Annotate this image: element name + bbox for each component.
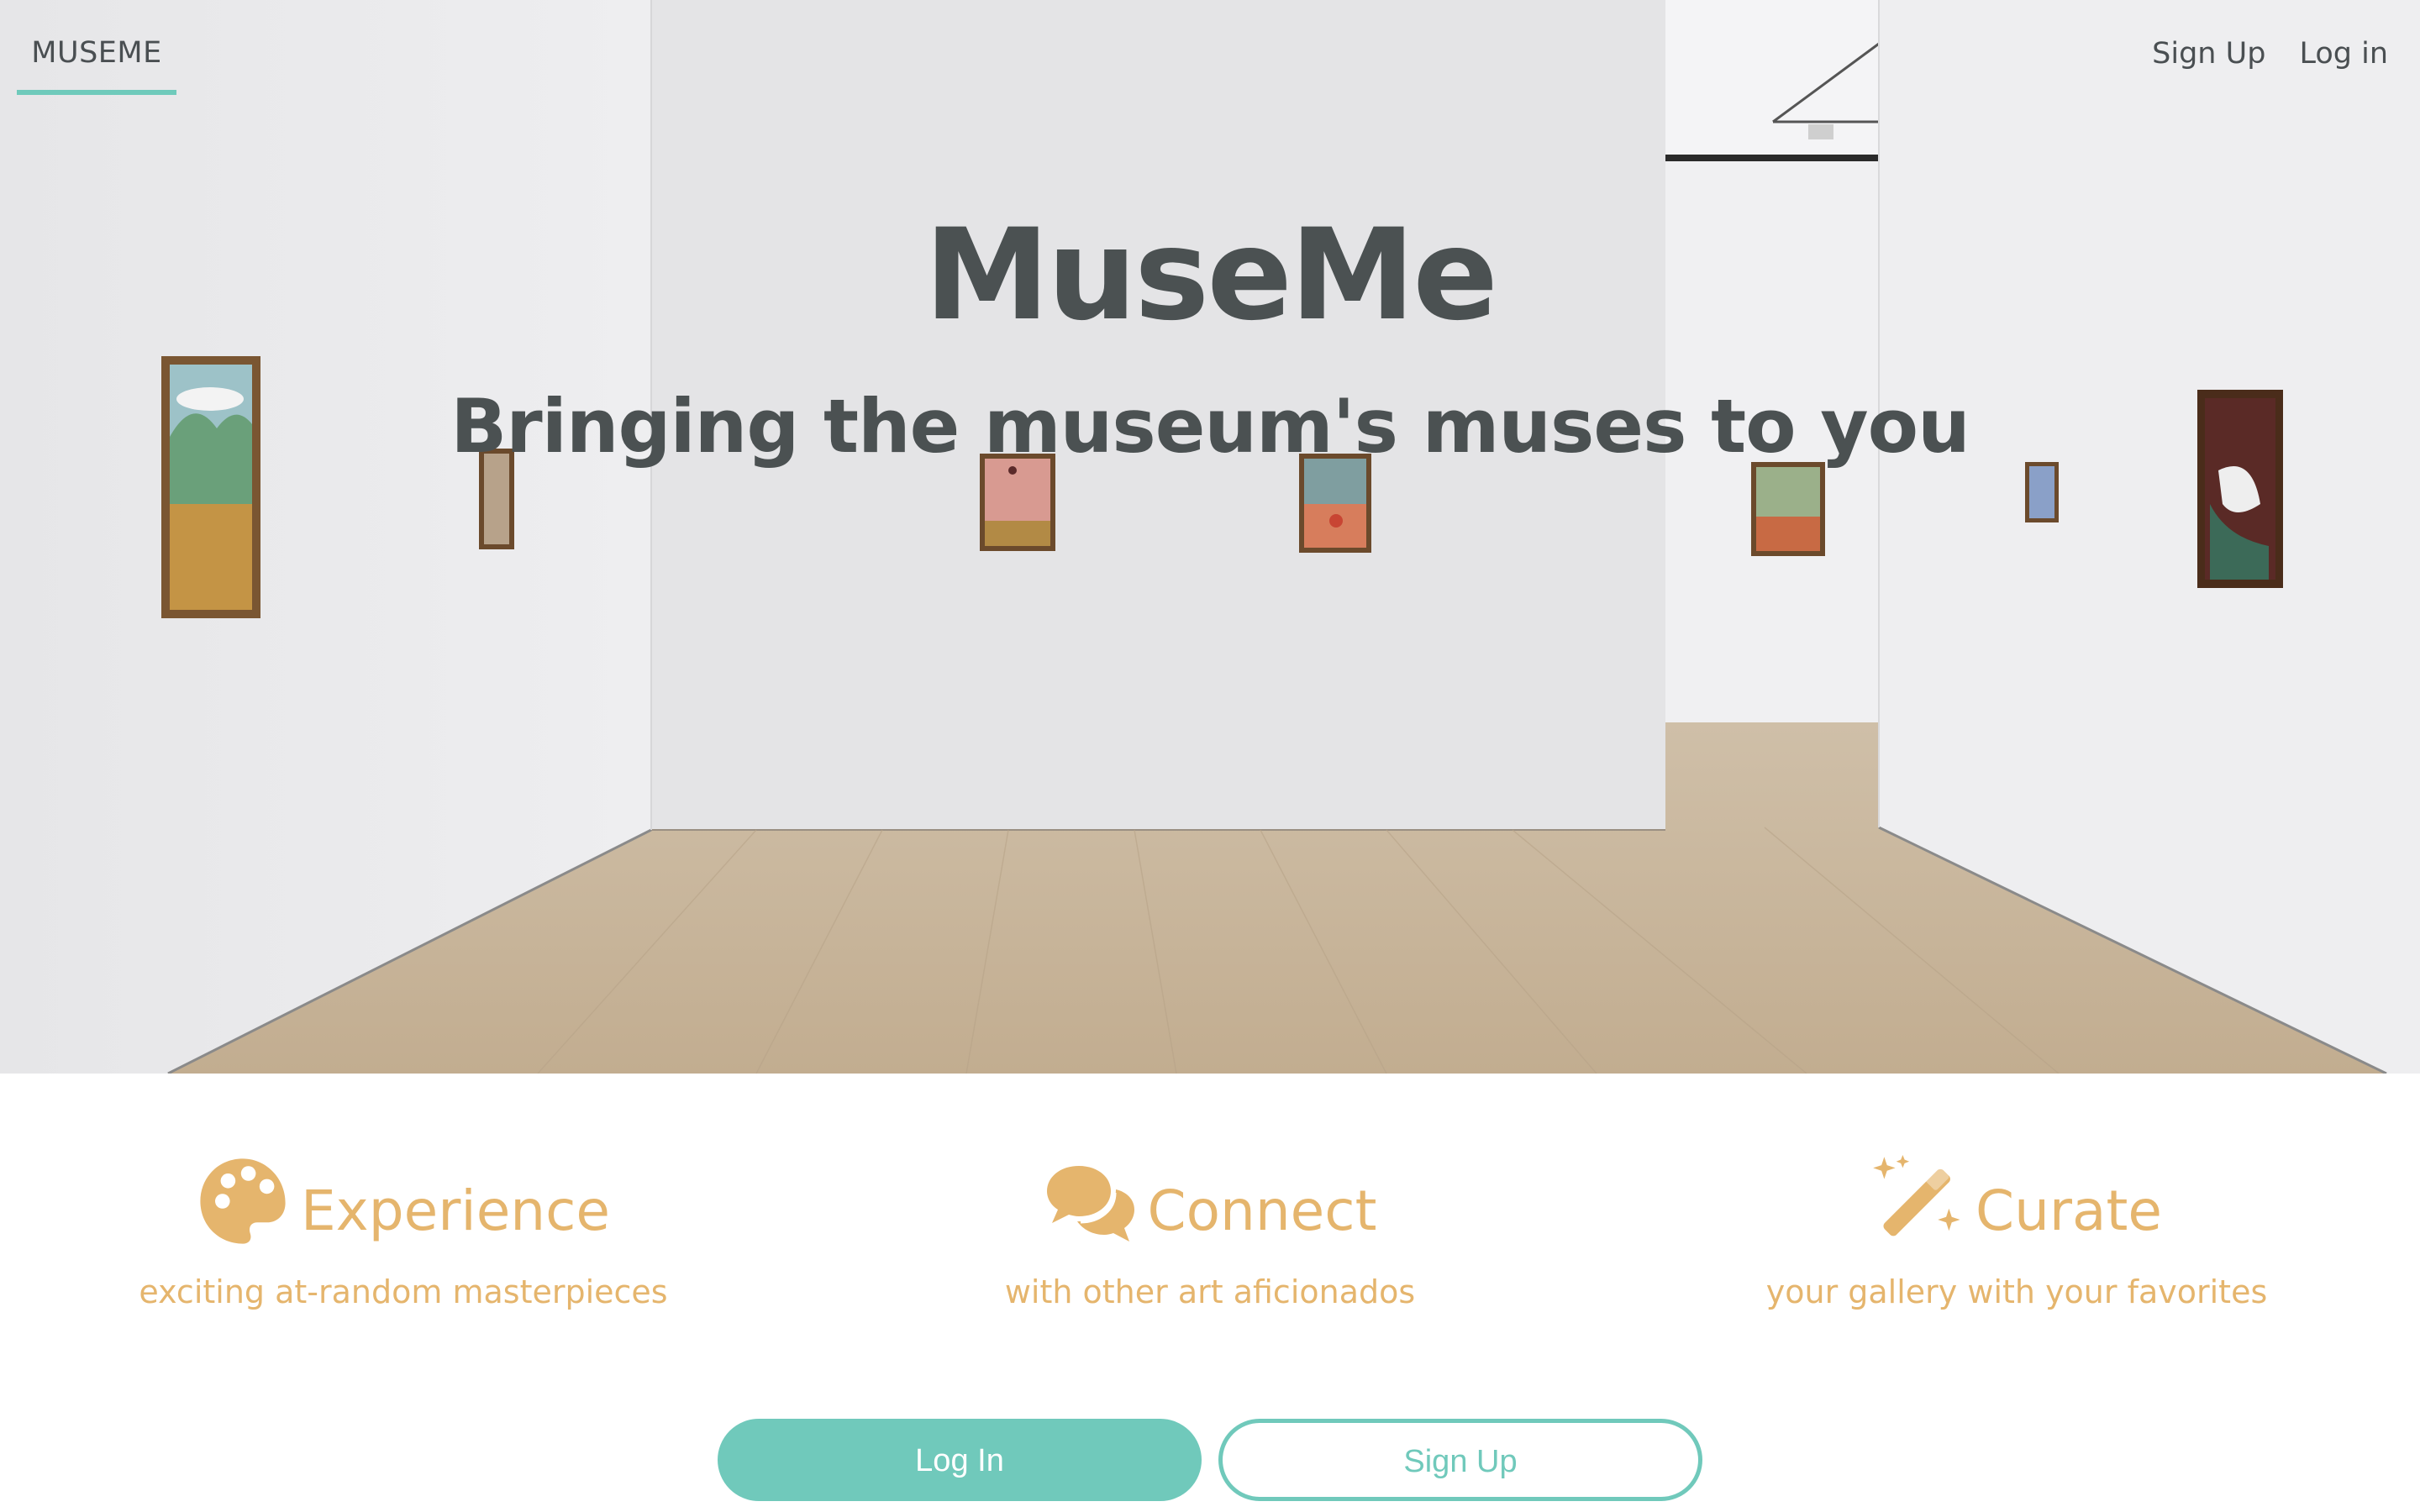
hero-subtitle: Bringing the museum's muses to you [450,383,1970,470]
feature-title: Experience [300,1179,611,1243]
feature-heading: Curate [1613,1149,2420,1253]
magic-wand-icon [1873,1155,1960,1236]
signup-button[interactable]: Sign Up [1218,1419,1702,1501]
chat-bubbles-icon [1046,1166,1134,1242]
feature-description: exciting at-random masterpieces [139,1273,668,1310]
feature-title: Connect [1147,1179,1377,1243]
nav-login-link[interactable]: Log in [2299,25,2388,82]
nav-brand-link[interactable]: MUSEME [17,17,176,95]
feature-title: Curate [1975,1179,2162,1243]
hero-title: MuseMe [923,202,1498,349]
feature-description: with other art aficionados [1004,1273,1416,1310]
features-section: Experience exciting at-random masterpiec… [0,1074,2420,1326]
feature-heading: Connect [807,1149,1613,1253]
feature-heading: Experience [0,1149,807,1253]
login-button[interactable]: Log In [718,1419,1202,1501]
feature-description: your gallery with your favorites [1765,1273,2268,1310]
nav-links: Sign Up Log in [2152,25,2388,82]
gallery-background-image [0,0,2420,1074]
palette-icon [200,1158,286,1244]
hero-section: MUSEME Sign Up Log in MuseMe Bringing th… [0,0,2420,1074]
nav-signup-link[interactable]: Sign Up [2152,25,2265,82]
